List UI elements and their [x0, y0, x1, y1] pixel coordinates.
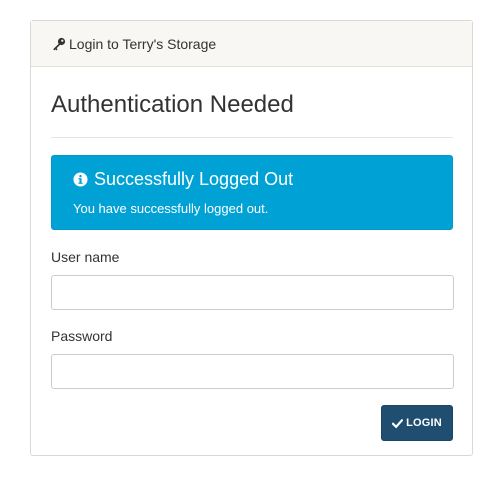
username-input[interactable]: [51, 275, 454, 310]
password-input[interactable]: [51, 354, 454, 389]
key-icon: [52, 37, 66, 51]
panel-heading: Login to Terry's Storage: [31, 21, 472, 67]
username-label: User name: [51, 249, 120, 265]
panel-body: Authentication Needed Successfully Logge…: [31, 67, 472, 441]
check-icon: [392, 418, 404, 429]
alert-title: Successfully Logged Out: [94, 169, 294, 189]
alert-title-row: Successfully Logged Out: [73, 168, 432, 190]
password-label: Password: [51, 328, 113, 344]
login-button-label: LOGIN: [406, 417, 442, 429]
page-title: Authentication Needed: [51, 91, 294, 118]
login-button[interactable]: LOGIN: [381, 405, 453, 441]
info-icon: [73, 171, 88, 187]
divider: [51, 137, 453, 138]
login-panel: Login to Terry's Storage Authentication …: [30, 20, 473, 456]
logout-alert: Successfully Logged Out You have success…: [51, 155, 453, 230]
form-actions: LOGIN: [51, 405, 453, 441]
alert-message: You have successfully logged out.: [73, 201, 269, 216]
panel-heading-text: Login to Terry's Storage: [69, 35, 217, 52]
